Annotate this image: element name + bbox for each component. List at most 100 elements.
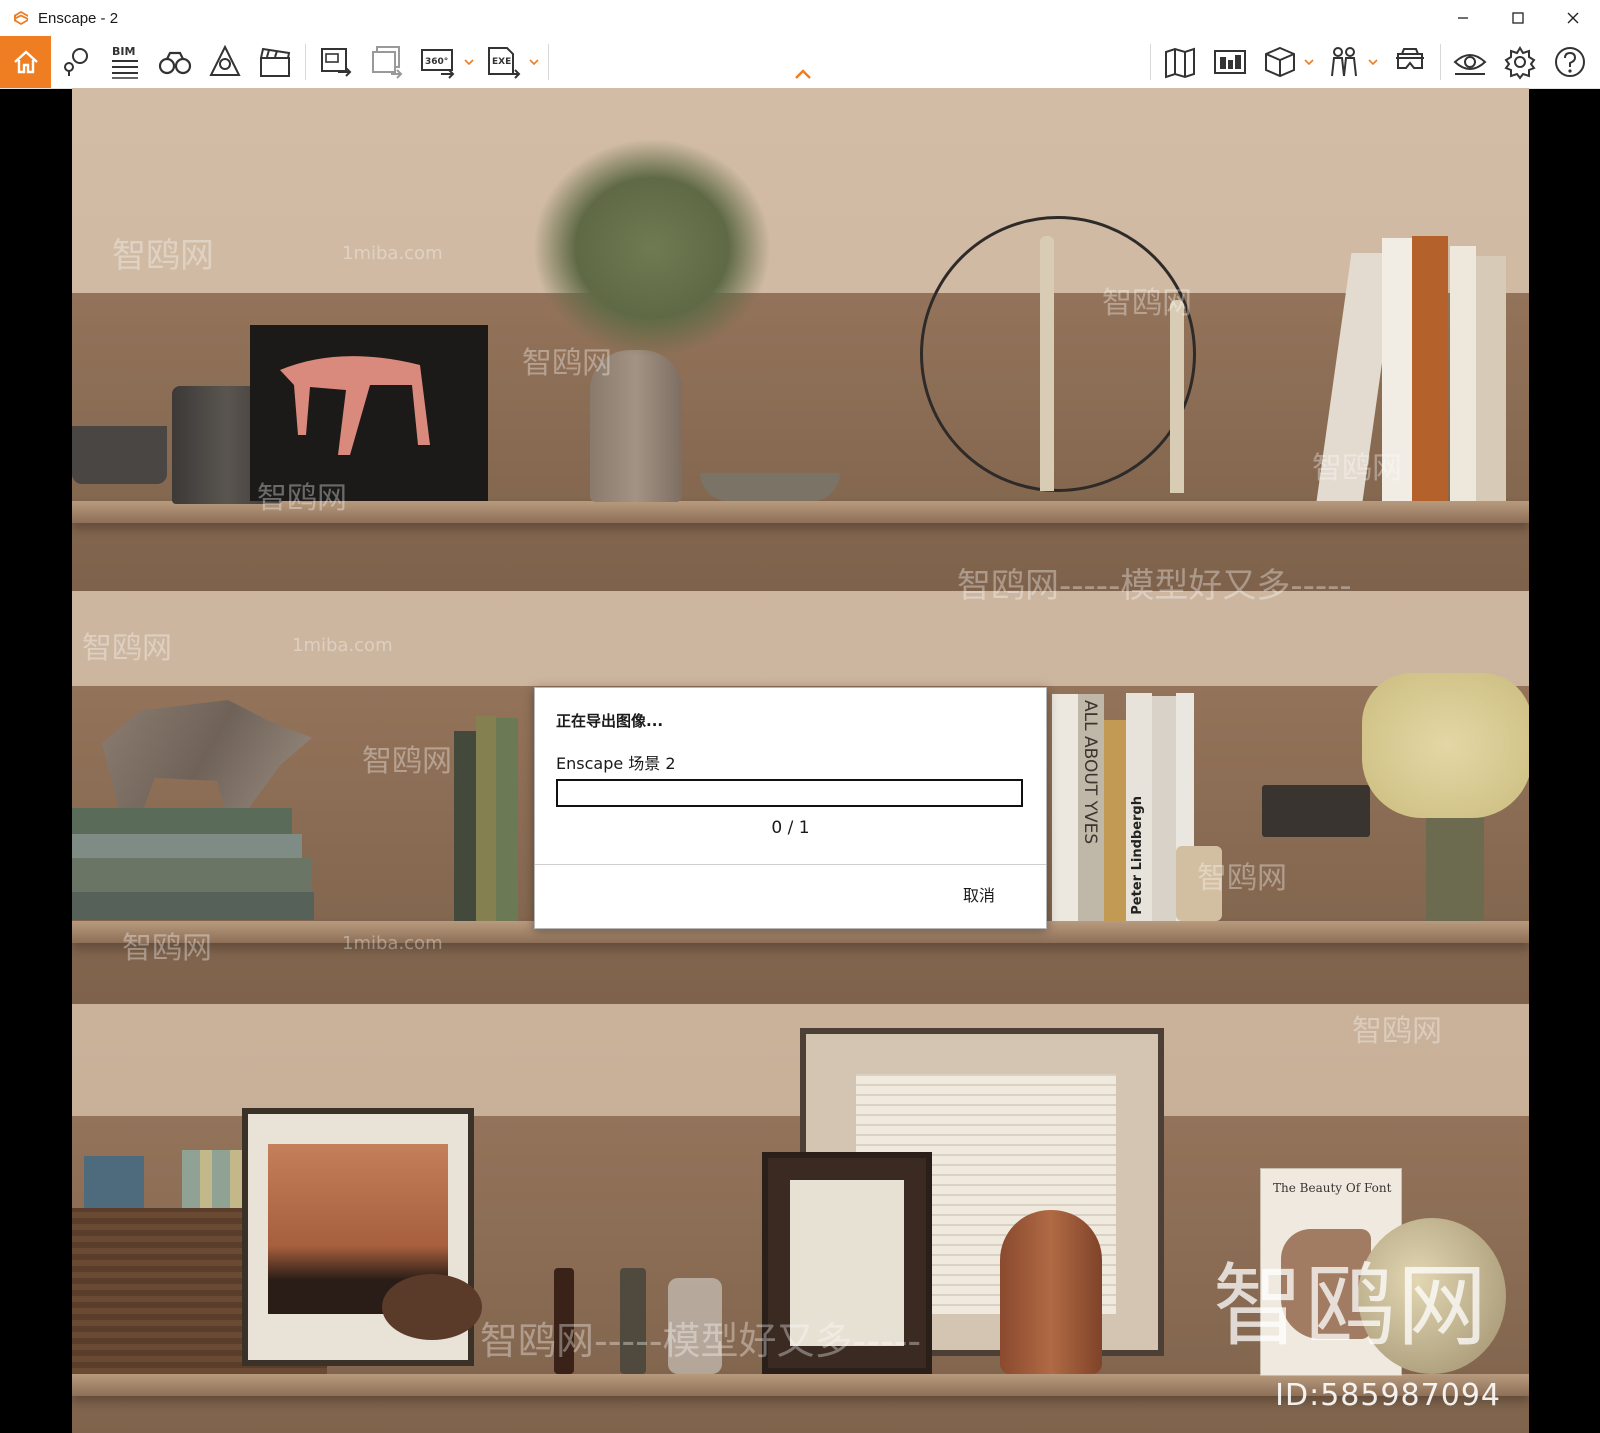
wall-socket [1262, 785, 1370, 837]
batch-render-icon [372, 46, 403, 79]
lamp-base [1426, 818, 1484, 921]
book-title: The Beauty Of Font [1273, 1181, 1392, 1195]
asset-library-button[interactable] [205, 42, 245, 82]
visual-settings-icon [1453, 54, 1487, 75]
export-dropdown[interactable] [527, 50, 541, 74]
render-360-dropdown[interactable] [462, 50, 476, 74]
render-360-icon: 360° [421, 49, 455, 79]
book-stack [72, 858, 312, 892]
export-exe-icon: EXE [488, 47, 521, 79]
cube-view-dropdown[interactable] [1302, 50, 1316, 74]
bim-info-icon: BIM [112, 45, 138, 79]
help-icon [1555, 47, 1585, 77]
title-bar: Enscape - 2 [0, 0, 1600, 36]
book [1476, 256, 1506, 501]
dialog-title: 正在导出图像... [556, 712, 664, 730]
render-image-icon [321, 48, 352, 77]
map-icon [1165, 47, 1195, 79]
book [84, 1156, 144, 1208]
bim-info-button[interactable]: BIM [104, 42, 144, 82]
site-context-icon [1214, 50, 1246, 74]
minimize-button[interactable] [1435, 0, 1490, 36]
watermark-slogan: 智鸥网-----模型好又多----- [480, 1319, 922, 1363]
chevron-down-icon [1368, 59, 1378, 65]
tall-candle [1040, 236, 1054, 491]
export-progress-bar [556, 779, 1023, 807]
toolbar-separator [1150, 44, 1151, 80]
chevron-up-icon [795, 69, 811, 79]
clapperboard-icon [260, 47, 291, 77]
book [1104, 720, 1126, 921]
render-image-button[interactable] [316, 42, 356, 82]
close-button[interactable] [1545, 0, 1600, 36]
settings-gear-icon [1504, 46, 1536, 80]
render-360-button[interactable]: 360° [418, 42, 458, 82]
book-spine: Peter Lindbergh [1126, 693, 1152, 921]
ring-candle-holder [920, 216, 1196, 492]
binoculars-icon [158, 51, 192, 75]
pin-views-icon [64, 48, 88, 76]
window-title: Enscape - 2 [38, 9, 119, 27]
watermark-domain: 1miba.com [292, 635, 393, 656]
home-button[interactable] [0, 36, 51, 88]
book-stack [72, 834, 302, 858]
book-spine: ALL ABOUT YVES [1078, 694, 1104, 921]
watermark-text: 智鸥网 [112, 236, 214, 276]
maximize-button[interactable] [1490, 0, 1545, 36]
book-stack [72, 892, 314, 920]
watermark-slogan: 智鸥网-----模型好又多----- [957, 566, 1352, 606]
home-icon [13, 50, 38, 74]
video-editor-button[interactable] [255, 42, 295, 82]
svg-text:EXE: EXE [492, 57, 511, 67]
ceramic-cup [72, 426, 167, 484]
watermark-text: 智鸥网 [362, 744, 452, 779]
book [1450, 246, 1476, 501]
book [496, 718, 518, 921]
settings-button[interactable] [1500, 42, 1540, 82]
stone-bowl [700, 473, 840, 501]
watermark-text: 智鸥网 [1197, 861, 1287, 896]
book-stack [72, 808, 292, 834]
dialog-divider [535, 864, 1046, 865]
orbit-button[interactable] [155, 42, 195, 82]
watermark-text: 智鸥网 [122, 931, 212, 966]
watermark-domain: 1miba.com [342, 243, 443, 264]
chevron-down-icon [529, 59, 539, 65]
svg-text:BIM: BIM [112, 45, 135, 58]
progress-count: 0 / 1 [771, 818, 810, 838]
clay-vase [1000, 1210, 1102, 1374]
svg-text:360°: 360° [425, 57, 448, 67]
scene-name: Enscape 场景 2 [556, 754, 676, 773]
enscape-logo-icon [10, 7, 32, 29]
book [476, 716, 496, 921]
watermark-text: 智鸥网 [1312, 451, 1402, 486]
cube-view-icon [1265, 46, 1295, 78]
people-dropdown[interactable] [1366, 50, 1380, 74]
book-title: ALL ABOUT YVES [1080, 700, 1100, 845]
toolbar-separator [1440, 44, 1441, 80]
vr-headset-button[interactable] [1390, 42, 1430, 82]
cancel-button[interactable]: 取消 [949, 884, 1009, 908]
views-button[interactable] [56, 42, 96, 82]
chevron-down-icon [464, 59, 474, 65]
watermark-text: 智鸥网 [522, 346, 612, 381]
collapse-toolbar-button[interactable] [793, 66, 813, 82]
watermark-logo: 智鸥网 [1213, 1254, 1489, 1359]
watermark-text: 智鸥网 [1352, 1014, 1442, 1049]
watermark-text: 智鸥网 [257, 481, 347, 516]
watermark-domain: 1miba.com [342, 933, 443, 954]
chevron-down-icon [1304, 59, 1314, 65]
people-button[interactable] [1324, 42, 1364, 82]
short-candle [1170, 300, 1184, 493]
site-context-button[interactable] [1210, 42, 1250, 82]
export-exe-button[interactable]: EXE [484, 42, 524, 82]
help-button[interactable] [1550, 42, 1590, 82]
eucalyptus-plant [532, 138, 772, 358]
visual-settings-button[interactable] [1450, 42, 1490, 82]
book [454, 731, 476, 921]
glass-table-lamp [1362, 673, 1529, 818]
book [1412, 236, 1448, 501]
cube-view-button[interactable] [1260, 42, 1300, 82]
batch-render-button[interactable] [367, 42, 407, 82]
map-button[interactable] [1160, 42, 1200, 82]
